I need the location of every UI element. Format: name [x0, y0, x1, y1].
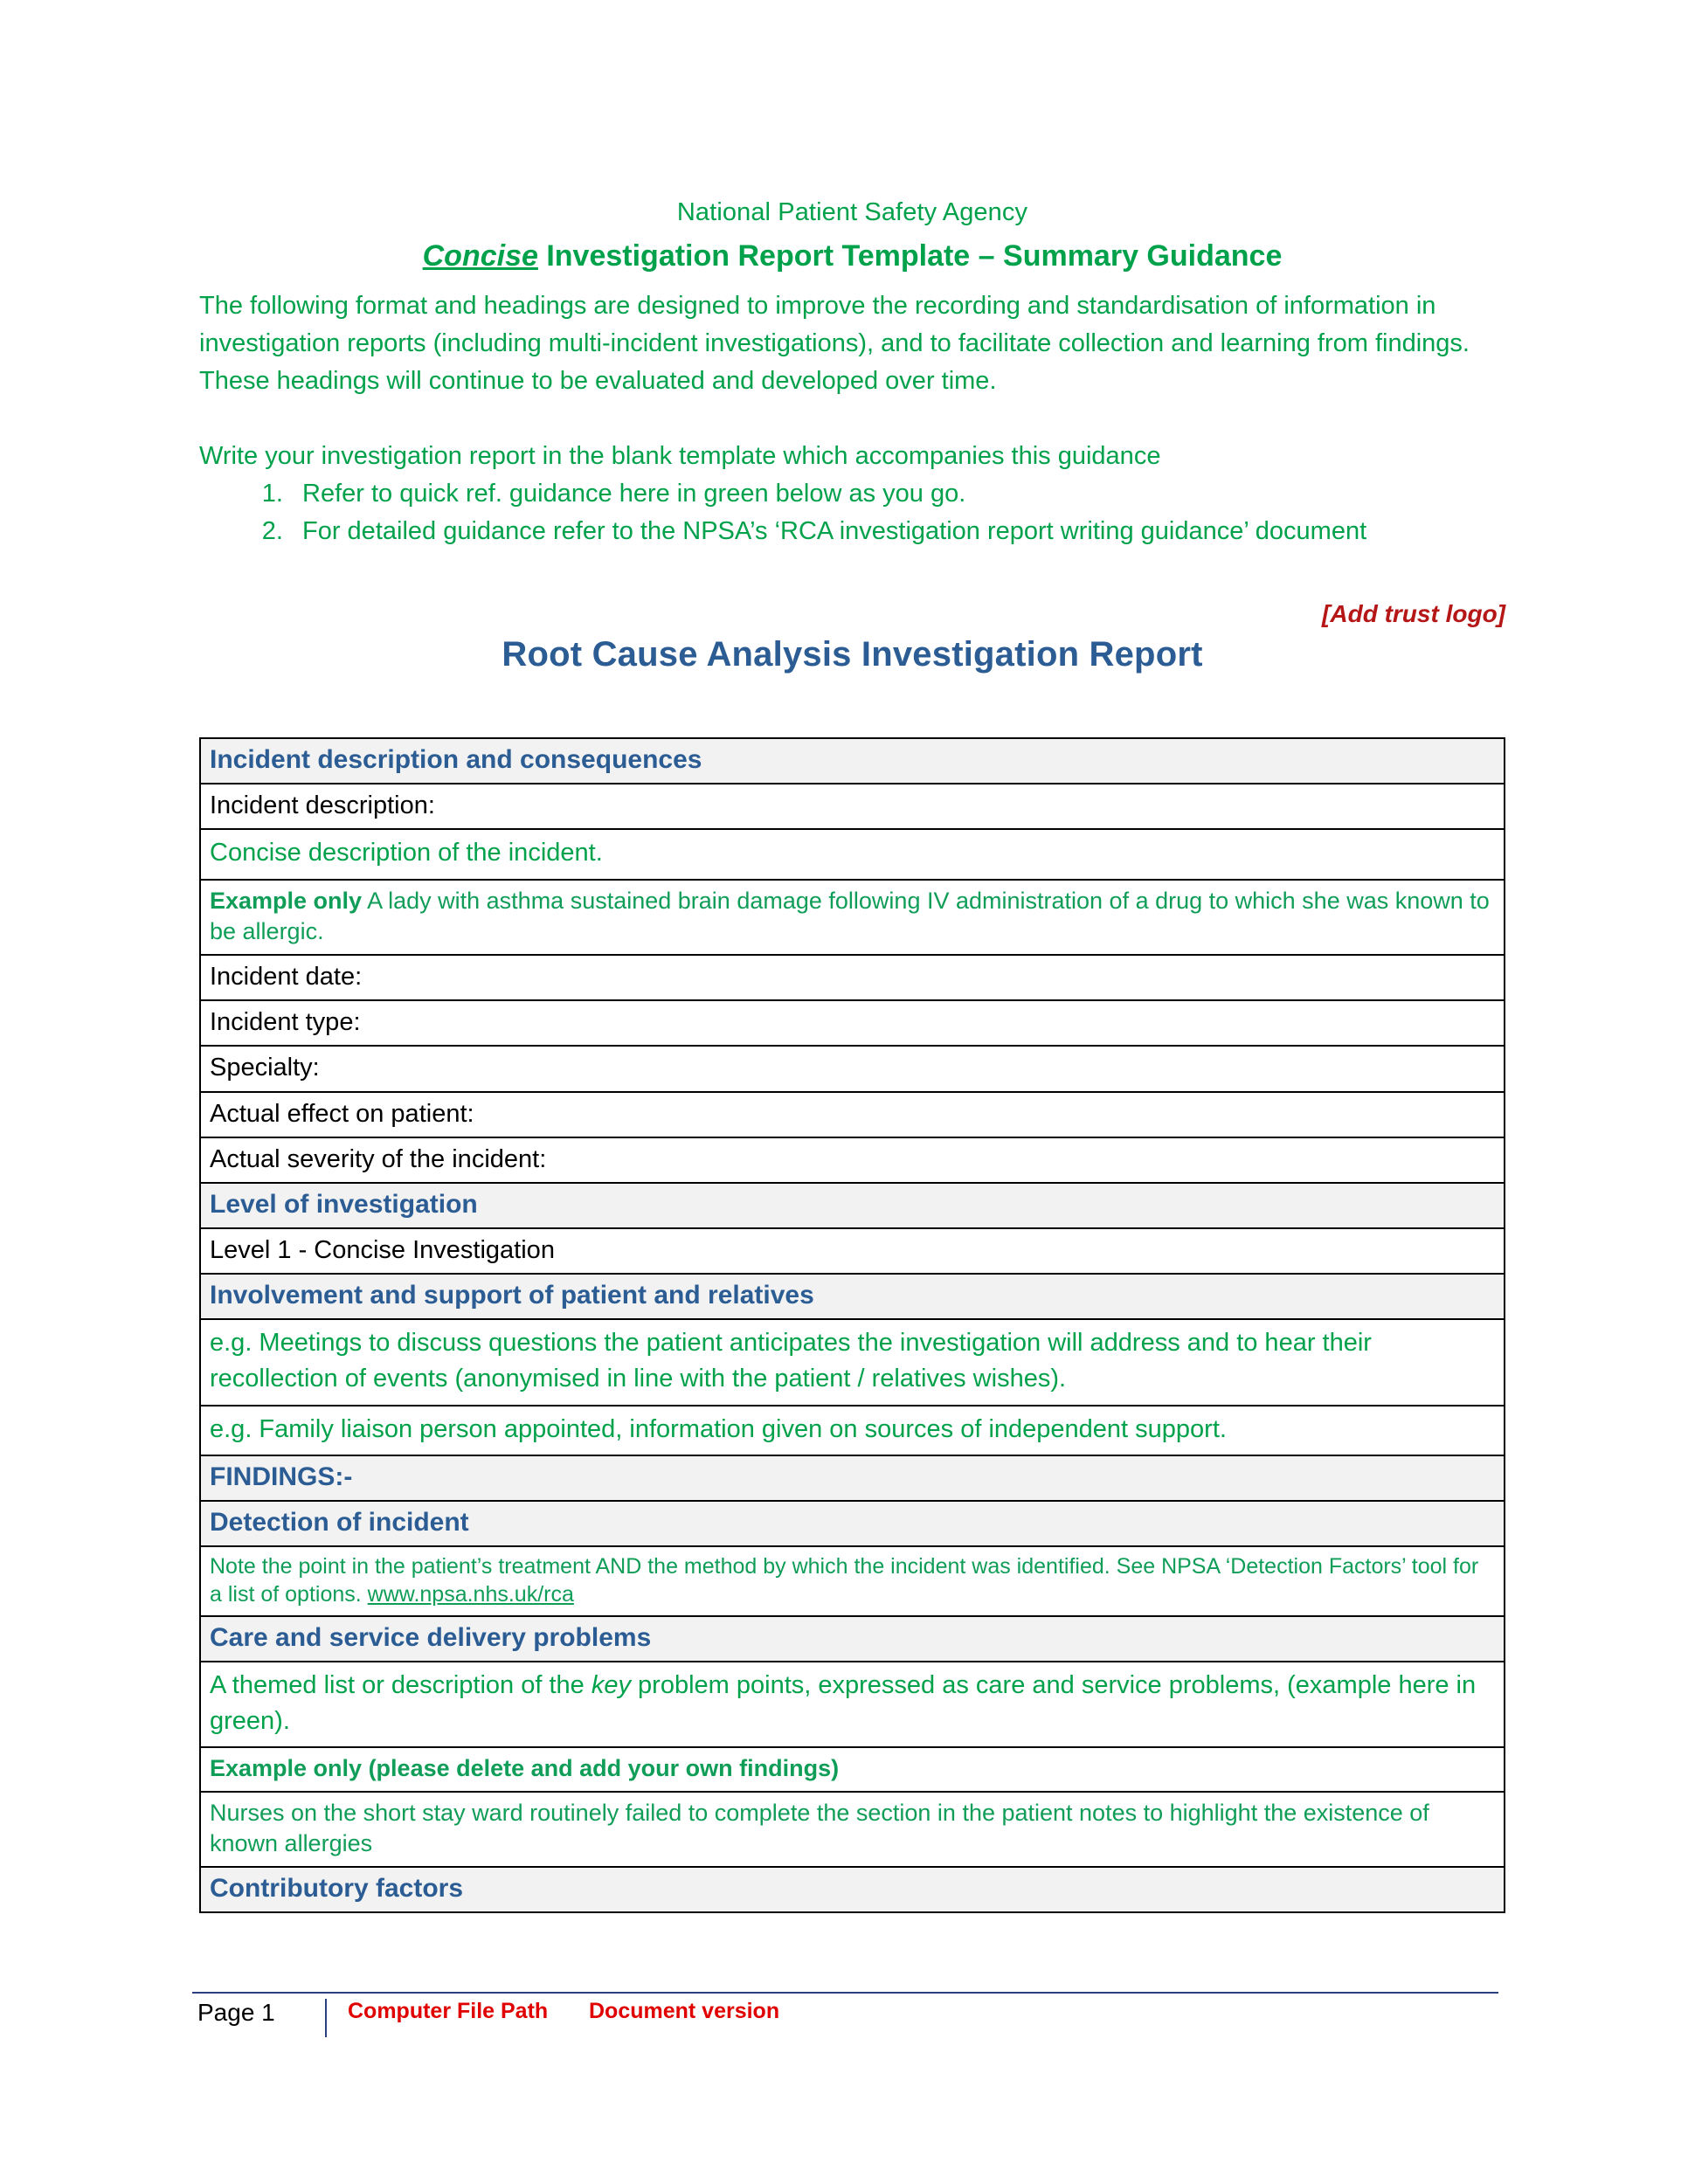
table-row: Incident date:	[199, 953, 1505, 1002]
rca-report-table: Incident description and consequences In…	[199, 737, 1505, 1914]
table-row: Concise description of the incident.	[199, 828, 1505, 881]
section-header-contributory-factors: Contributory factors	[199, 1866, 1505, 1914]
table-row: Detection of incident	[199, 1499, 1505, 1547]
table-row: A themed list or description of the key …	[199, 1660, 1505, 1749]
section-header-incident-description: Incident description and consequences	[199, 737, 1505, 785]
example-nurses-finding: Nurses on the short stay ward routinely …	[199, 1791, 1505, 1869]
table-row: Example only A lady with asthma sustaine…	[199, 878, 1505, 956]
table-row: Involvement and support of patient and r…	[199, 1273, 1505, 1321]
field-incident-type[interactable]: Incident type:	[199, 999, 1505, 1047]
guidance-themed-list: A themed list or description of the key …	[199, 1660, 1505, 1749]
npsa-rca-link[interactable]: www.npsa.nhs.uk/rca	[368, 1582, 574, 1607]
guidance-detection: Note the point in the patient’s treatmen…	[199, 1545, 1505, 1617]
field-incident-description[interactable]: Incident description:	[199, 783, 1505, 831]
list-item: Refer to quick ref. guidance here in gre…	[290, 475, 1505, 513]
table-row: FINDINGS:-	[199, 1454, 1505, 1502]
table-row: Contributory factors	[199, 1866, 1505, 1914]
example-delete-note: Example only (please delete and add your…	[199, 1746, 1505, 1794]
field-specialty[interactable]: Specialty:	[199, 1045, 1505, 1093]
section-header-involvement-support: Involvement and support of patient and r…	[199, 1273, 1505, 1321]
trust-logo-placeholder: [Add trust logo]	[1322, 600, 1505, 628]
footer-row: Page 1 Computer File Path Document versi…	[192, 1994, 1498, 2041]
list-item: For detailed guidance refer to the NPSA’…	[290, 513, 1505, 550]
footer-file-path: Computer File Path	[348, 1999, 549, 2023]
table-row: Incident description:	[199, 783, 1505, 831]
guidance-themed-part1: A themed list or description of the	[210, 1670, 591, 1699]
table-row: Care and service delivery problems	[199, 1614, 1505, 1662]
table-row: e.g. Meetings to discuss questions the p…	[199, 1318, 1505, 1406]
table-row: Level 1 - Concise Investigation	[199, 1227, 1505, 1275]
organisation-name: National Patient Safety Agency	[676, 198, 1028, 226]
section-header-level-of-investigation: Level of investigation	[199, 1182, 1505, 1230]
subtitle-rest: Investigation Report Template – Summary …	[537, 239, 1283, 273]
guidance-write-instruction: Write your investigation report in the b…	[199, 442, 1161, 471]
table-row: Incident description and consequences	[199, 737, 1505, 785]
example-incident-description: Example only A lady with asthma sustaine…	[199, 878, 1505, 956]
section-header-detection-of-incident: Detection of incident	[199, 1499, 1505, 1547]
table-row: Incident type:	[199, 999, 1505, 1047]
table-row: Actual effect on patient:	[199, 1090, 1505, 1138]
example-only-text: A lady with asthma sustained brain damag…	[210, 887, 1490, 944]
document-content: National Patient Safety Agency Concise I…	[199, 197, 1505, 1914]
guidance-family-liaison: e.g. Family liaison person appointed, in…	[199, 1404, 1505, 1456]
subtitle-emphasis: Concise	[422, 239, 538, 273]
table-row: Example only (please delete and add your…	[199, 1746, 1505, 1794]
table-row: Specialty:	[199, 1045, 1505, 1093]
table-row: Note the point in the patient’s treatmen…	[199, 1545, 1505, 1617]
field-actual-effect-on-patient[interactable]: Actual effect on patient:	[199, 1090, 1505, 1138]
example-only-label: Example only	[210, 887, 363, 914]
document-subtitle: Concise Investigation Report Template – …	[199, 237, 1505, 275]
guidance-intro-paragraph: The following format and headings are de…	[199, 292, 1470, 395]
guidance-concise-description: Concise description of the incident.	[199, 828, 1505, 881]
section-header-care-service-problems: Care and service delivery problems	[199, 1614, 1505, 1662]
footer-page-number: Page 1	[197, 1999, 275, 2026]
table-row: Level of investigation	[199, 1182, 1505, 1230]
table-row: Nurses on the short stay ward routinely …	[199, 1791, 1505, 1869]
field-level-value[interactable]: Level 1 - Concise Investigation	[199, 1227, 1505, 1275]
field-incident-date[interactable]: Incident date:	[199, 953, 1505, 1002]
document-page: National Patient Safety Agency Concise I…	[0, 0, 1688, 2184]
section-header-findings: FINDINGS:-	[199, 1454, 1505, 1502]
table-row: e.g. Family liaison person appointed, in…	[199, 1404, 1505, 1456]
footer-document-version: Document version	[589, 1999, 780, 2023]
field-actual-severity[interactable]: Actual severity of the incident:	[199, 1136, 1505, 1185]
guidance-themed-italic: key	[591, 1670, 631, 1699]
page-title: Root Cause Analysis Investigation Report	[502, 635, 1203, 674]
guidance-step-list: Refer to quick ref. guidance here in gre…	[199, 475, 1505, 549]
guidance-meetings: e.g. Meetings to discuss questions the p…	[199, 1318, 1505, 1406]
table-row: Actual severity of the incident:	[199, 1136, 1505, 1185]
page-footer: Page 1 Computer File Path Document versi…	[192, 1992, 1498, 2041]
